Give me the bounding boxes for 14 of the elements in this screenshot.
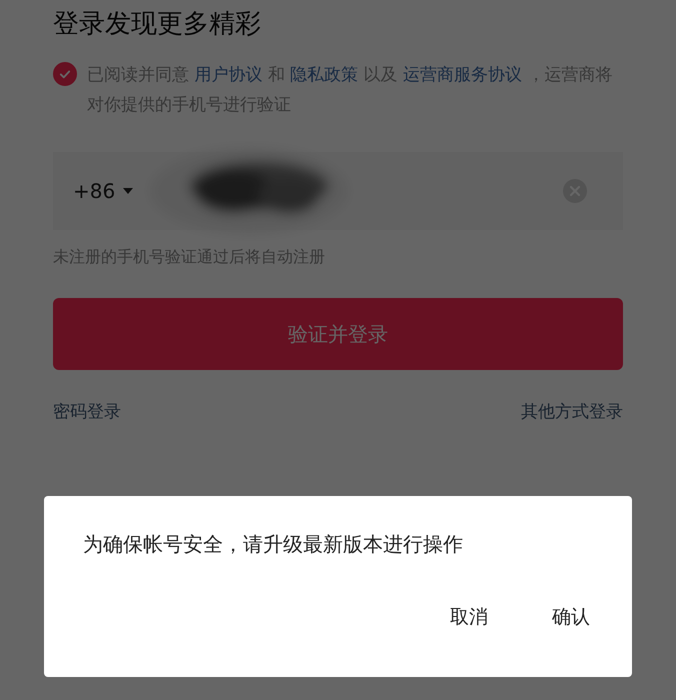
password-login-link[interactable]: 密码登录 (53, 400, 121, 424)
agreement-link[interactable]: 隐私政策 (290, 65, 358, 85)
agreement-link[interactable]: 运营商服务协议 (403, 65, 522, 85)
dialog-message: 为确保帐号安全，请升级最新版本进行操作 (82, 531, 464, 558)
dialog-button[interactable]: 确认 (542, 598, 600, 636)
login-button[interactable]: 验证并登录 (53, 298, 623, 370)
country-code-selector[interactable]: +86 (73, 179, 134, 203)
caret-icon (123, 188, 134, 194)
other-login-link[interactable]: 其他方式登录 (521, 400, 623, 424)
phone-field[interactable]: +86 (53, 152, 623, 230)
agreement-checkbox[interactable] (53, 62, 77, 86)
page-title: 登录发现更多精彩 (53, 8, 262, 41)
agreement-link[interactable]: 用户协议 (194, 65, 262, 85)
dialog-button[interactable]: 取消 (440, 598, 498, 636)
